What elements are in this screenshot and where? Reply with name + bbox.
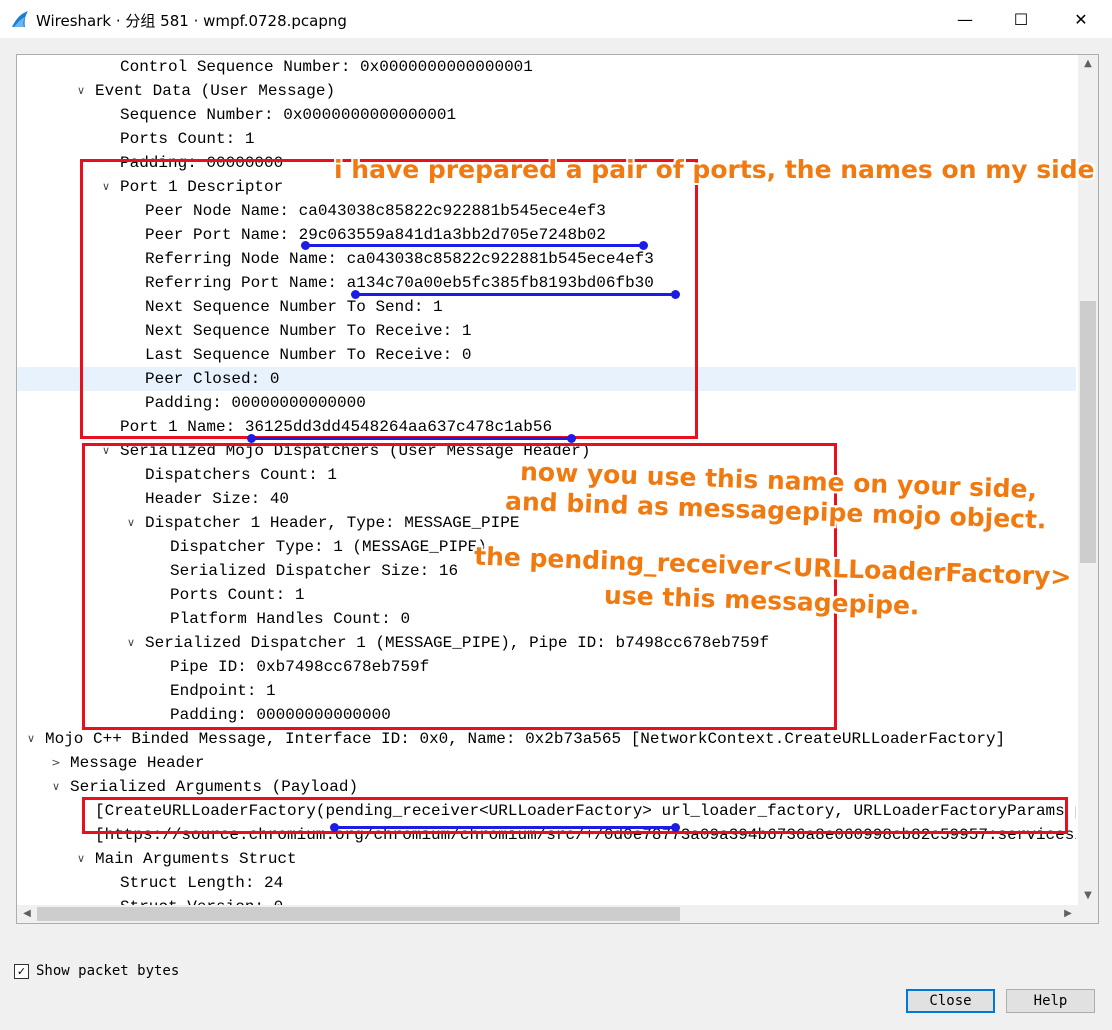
collapse-arrow-icon[interactable]: ∨ [49,775,63,799]
underline-dot [247,434,256,443]
tree-row[interactable]: ∨ Mojo C++ Binded Message, Interface ID: … [17,727,1076,751]
scroll-down-icon[interactable]: ▼ [1078,887,1098,905]
underline-port-name [251,437,573,440]
help-button[interactable]: Help [1006,989,1095,1013]
underline-dot [639,241,648,250]
maximize-button[interactable]: ☐ [998,0,1044,38]
close-window-button[interactable]: ✕ [1058,0,1104,38]
underline-peer-port-name [305,244,644,247]
tree-row-text: Struct Version: 0 [120,895,283,905]
annotation-note: i have prepared a pair of ports, the nam… [334,155,1095,184]
underline-dot [671,823,680,832]
show-packet-bytes-label: Show packet bytes [36,963,180,979]
collapse-arrow-icon[interactable]: ∨ [74,847,88,871]
tree-row[interactable]: Sequence Number: 0x0000000000000001 [17,103,1076,127]
horizontal-scrollbar[interactable]: ◀ ▶ [17,905,1098,923]
tree-row[interactable]: ∨ Event Data (User Message) [17,79,1076,103]
underline-referring-port-name [355,293,677,296]
expand-arrow-icon[interactable]: > [49,751,63,775]
underline-pending-receiver [334,826,677,829]
collapse-arrow-icon[interactable]: ∨ [24,727,38,751]
underline-dot [330,823,339,832]
horizontal-scroll-thumb[interactable] [37,907,680,921]
tree-row[interactable]: ∨ Serialized Arguments (Payload) [17,775,1076,799]
title-bar: Wireshark · 分组 581 · wmpf.0728.pcapng — … [0,0,1112,38]
scroll-right-icon[interactable]: ▶ [1058,905,1078,923]
wireshark-fin-icon [12,11,28,27]
underline-dot [567,434,576,443]
vertical-scroll-thumb[interactable] [1080,301,1096,563]
underline-dot [301,241,310,250]
tree-row-text: Control Sequence Number: 0x0000000000000… [120,58,533,76]
tree-row-text: Ports Count: 1 [120,130,255,148]
tree-row[interactable]: Struct Version: 0 [17,895,1076,905]
close-button[interactable]: Close [906,989,995,1013]
tree-row-text: Sequence Number: 0x0000000000000001 [120,106,457,124]
tree-row[interactable]: ∨ Main Arguments Struct [17,847,1076,871]
tree-row[interactable]: Control Sequence Number: 0x0000000000000… [17,55,1076,79]
tree-row-text: Main Arguments Struct [95,850,297,868]
tree-row[interactable]: Struct Length: 24 [17,871,1076,895]
underline-dot [671,290,680,299]
scroll-left-icon[interactable]: ◀ [17,905,37,923]
tree-row[interactable]: Ports Count: 1 [17,127,1076,151]
annotation-box-port-descriptor [80,159,698,439]
scroll-up-icon[interactable]: ▲ [1078,55,1098,73]
tree-row-text: Message Header [70,754,205,772]
tree-row-text: Mojo C++ Binded Message, Interface ID: 0… [45,730,1006,748]
tree-row-text: Event Data (User Message) [95,82,336,100]
window-title: Wireshark · 分组 581 · wmpf.0728.pcapng [36,12,347,30]
minimize-button[interactable]: — [942,0,988,38]
show-packet-bytes-checkbox[interactable]: ✓ [14,964,29,979]
tree-row-text: Struct Length: 24 [120,874,284,892]
collapse-arrow-icon[interactable]: ∨ [74,79,88,103]
underline-dot [351,290,360,299]
tree-row[interactable]: > Message Header [17,751,1076,775]
tree-row-text: Serialized Arguments (Payload) [70,778,359,796]
